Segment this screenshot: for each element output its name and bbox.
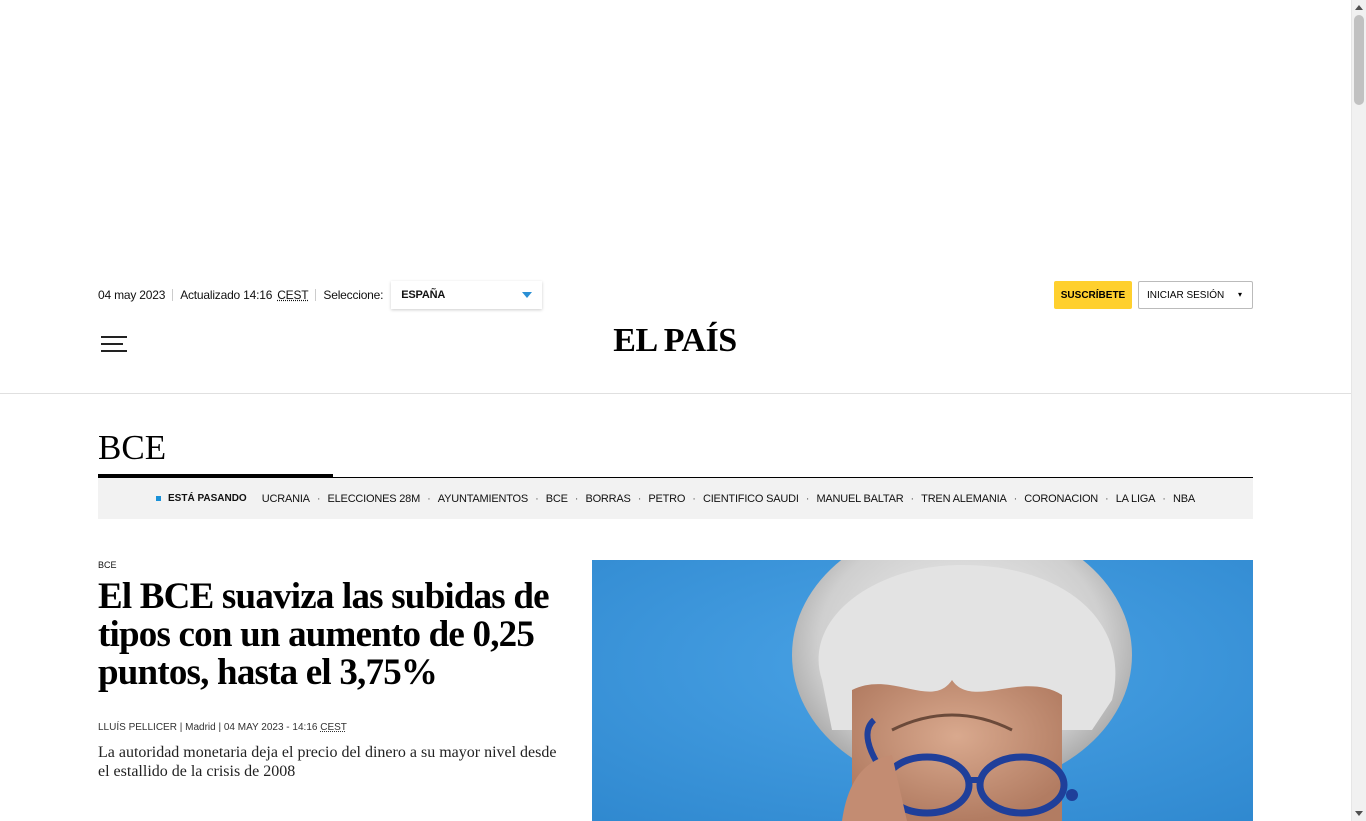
trending-separator: · [910,492,915,505]
article-photo-illustration [592,560,1253,821]
divider [315,289,317,301]
trending-item[interactable]: TREN ALEMANIA [921,493,1007,505]
menu-line [101,350,127,352]
trending-separator: · [535,492,539,505]
trending-item[interactable]: ELECCIONES 28M [328,493,421,505]
subscribe-button[interactable]: SUSCRÍBETE [1054,281,1132,309]
byline-author[interactable]: LLUÍS PELLICER [98,722,177,733]
hamburger-menu-icon[interactable] [101,336,127,352]
trending-separator: · [1105,492,1109,505]
divider [172,289,174,301]
page: 04 may 2023 Actualizado 14:16 CEST Selec… [0,0,1351,821]
section-title: BCE [98,428,167,467]
byline-location: Madrid [185,722,216,733]
subscribe-button-label: SUSCRÍBETE [1060,289,1126,301]
login-button-label: INICIAR SESIÓN [1147,289,1225,301]
menu-line [101,343,123,345]
article-kicker[interactable]: BCE [98,560,117,570]
trending-item[interactable]: UCRANIA [262,493,310,505]
site-logo[interactable]: EL PAÍS [590,322,760,360]
article-headline[interactable]: El BCE suaviza las subidas de tipos con … [98,578,568,692]
article-photo[interactable] [592,560,1253,821]
edition-select-value: ESPAÑA [401,289,446,301]
trending-separator: · [1162,492,1166,505]
menu-line [101,336,127,338]
trending-item[interactable]: CIENTIFICO SAUDI [703,493,799,505]
trending-item[interactable]: PETRO [648,493,685,505]
trending-item[interactable]: BORRAS [585,493,630,505]
trending-bullet-icon [156,496,161,501]
trending-label: ESTÁ PASANDO [168,493,247,504]
edition-select[interactable]: ESPAÑA [391,281,543,309]
trending-bar: ESTÁ PASANDO UCRANIA · ELECCIONES 28M · … [98,478,1253,519]
trending-separator: · [637,492,642,505]
page-scrollbar[interactable] [1351,0,1366,821]
trending-item[interactable]: NBA [1173,493,1195,505]
trending-item[interactable]: BCE [546,493,568,505]
edition-select-label: Seleccione: [323,288,384,302]
byline-datetime: 04 MAY 2023 - 14:16 [223,722,318,733]
chevron-down-icon: ▾ [1237,290,1242,299]
trending-item[interactable]: MANUEL BALTAR [816,493,903,505]
scroll-down-arrow-icon[interactable] [1355,811,1363,816]
current-date: 04 may 2023 [98,288,166,302]
trending-separator: · [316,492,321,505]
top-bar: 04 may 2023 Actualizado 14:16 CEST Selec… [98,281,1253,309]
scroll-up-arrow-icon[interactable] [1355,5,1363,10]
timezone: CEST [277,288,309,302]
trending-separator: · [805,492,810,505]
trending-item[interactable]: AYUNTAMIENTOS [438,493,529,505]
trending-separator: · [427,492,431,505]
updated-time: Actualizado 14:16 [180,288,273,302]
byline-timezone: CEST [320,722,347,733]
article-byline: LLUÍS PELLICER | Madrid | 04 MAY 2023 - … [98,722,347,733]
trending-separator: · [692,492,696,505]
article-summary: La autoridad monetaria deja el precio de… [98,744,557,780]
trending-separator: · [574,492,579,505]
trending-item[interactable]: CORONACION [1024,493,1098,505]
login-button[interactable]: INICIAR SESIÓN ▾ [1138,281,1253,309]
trending-separator: · [1013,492,1018,505]
header-divider [0,393,1351,394]
caret-down-icon [522,292,533,298]
date-line: 04 may 2023 Actualizado 14:16 CEST Selec… [98,281,543,309]
trending-item[interactable]: LA LIGA [1116,493,1156,505]
scrollbar-thumb[interactable] [1354,15,1364,105]
